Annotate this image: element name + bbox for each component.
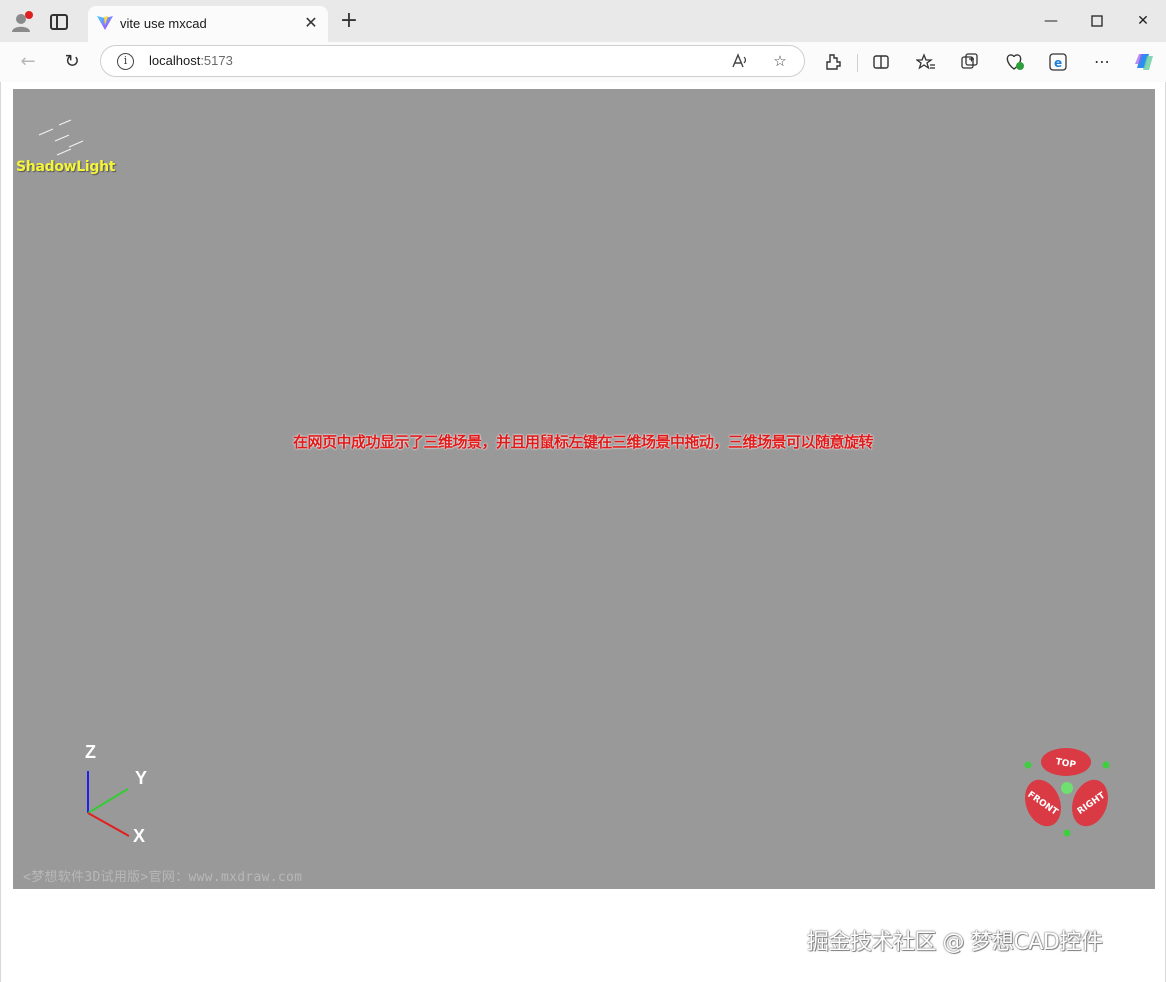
edge-app-icon[interactable]: e — [1046, 50, 1070, 74]
scene-caption: 在网页中成功显示了三维场景，并且用鼠标左键在三维场景中拖动，三维场景可以随意旋转 — [292, 433, 874, 451]
vite-favicon-icon — [96, 14, 114, 32]
viewcube-corner-dot — [1102, 761, 1110, 769]
x-axis-line — [87, 812, 130, 837]
y-axis-line — [87, 788, 129, 814]
juejin-footer-watermark: 掘金技术社区 @ 梦想CAD控件 — [807, 930, 1103, 955]
title-bar: vite use mxcad ✕ + — ✕ — [0, 0, 1166, 42]
minimize-icon[interactable]: — — [1040, 10, 1062, 32]
axis-label-z: Z — [85, 742, 96, 762]
site-info-icon[interactable]: i — [117, 53, 134, 70]
tab-title: vite use mxcad — [120, 16, 207, 31]
url-text[interactable]: localhost:5173 — [149, 53, 233, 68]
tab-actions-icon[interactable] — [50, 14, 68, 30]
3d-viewport-canvas[interactable]: ShadowLight 在网页中成功显示了三维场景，并且用鼠标左键在三维场景中拖… — [13, 89, 1155, 889]
browser-window: vite use mxcad ✕ + — ✕ ← ↻ i localhost:5… — [0, 0, 1166, 982]
maximize-icon[interactable] — [1086, 10, 1108, 32]
shadowlight-logo-lines-icon — [38, 119, 84, 156]
back-icon[interactable]: ← — [16, 50, 40, 74]
axis-label-y: Y — [135, 768, 148, 788]
svg-text:e: e — [1054, 56, 1062, 70]
favorites-icon[interactable] — [914, 50, 938, 74]
copilot-icon[interactable] — [1132, 50, 1156, 74]
shadowlight-brand: ShadowLight — [16, 159, 116, 175]
trial-watermark: <梦想软件3D试用版>官网：www.mxdraw.com — [23, 870, 303, 885]
page-content: ShadowLight 在网页中成功显示了三维场景，并且用鼠标左键在三维场景中拖… — [0, 82, 1166, 982]
collections-icon[interactable] — [958, 50, 982, 74]
more-options-icon[interactable]: ⋯ — [1090, 50, 1114, 74]
close-window-icon[interactable]: ✕ — [1132, 10, 1154, 32]
axis-label-x: X — [133, 826, 146, 846]
new-tab-icon[interactable]: + — [338, 10, 360, 33]
viewcube-center-dot — [1061, 782, 1073, 794]
read-aloud-icon[interactable] — [729, 50, 751, 72]
browser-essentials-icon[interactable] — [1003, 50, 1027, 74]
viewcube-corner-dot — [1024, 761, 1032, 769]
refresh-icon[interactable]: ↻ — [60, 50, 84, 74]
tab-close-icon[interactable]: ✕ — [302, 14, 320, 32]
viewcube-corner-dot — [1063, 829, 1071, 837]
address-bar[interactable]: i localhost:5173 ☆ — [100, 45, 805, 77]
split-screen-icon[interactable] — [869, 50, 893, 74]
url-port: :5173 — [200, 53, 233, 68]
tab-vite-use-mxcad[interactable]: vite use mxcad ✕ — [88, 6, 328, 42]
browser-toolbar: ← ↻ i localhost:5173 ☆ e ⋯ — [0, 42, 1166, 82]
url-host: localhost — [149, 53, 201, 68]
extensions-icon[interactable] — [821, 50, 845, 74]
viewcube-navigator[interactable]: TOP FRONT RIGHT — [1021, 744, 1117, 840]
profile-icon[interactable] — [10, 10, 34, 34]
toolbar-separator — [857, 54, 858, 72]
favorite-star-icon[interactable]: ☆ — [769, 50, 791, 72]
